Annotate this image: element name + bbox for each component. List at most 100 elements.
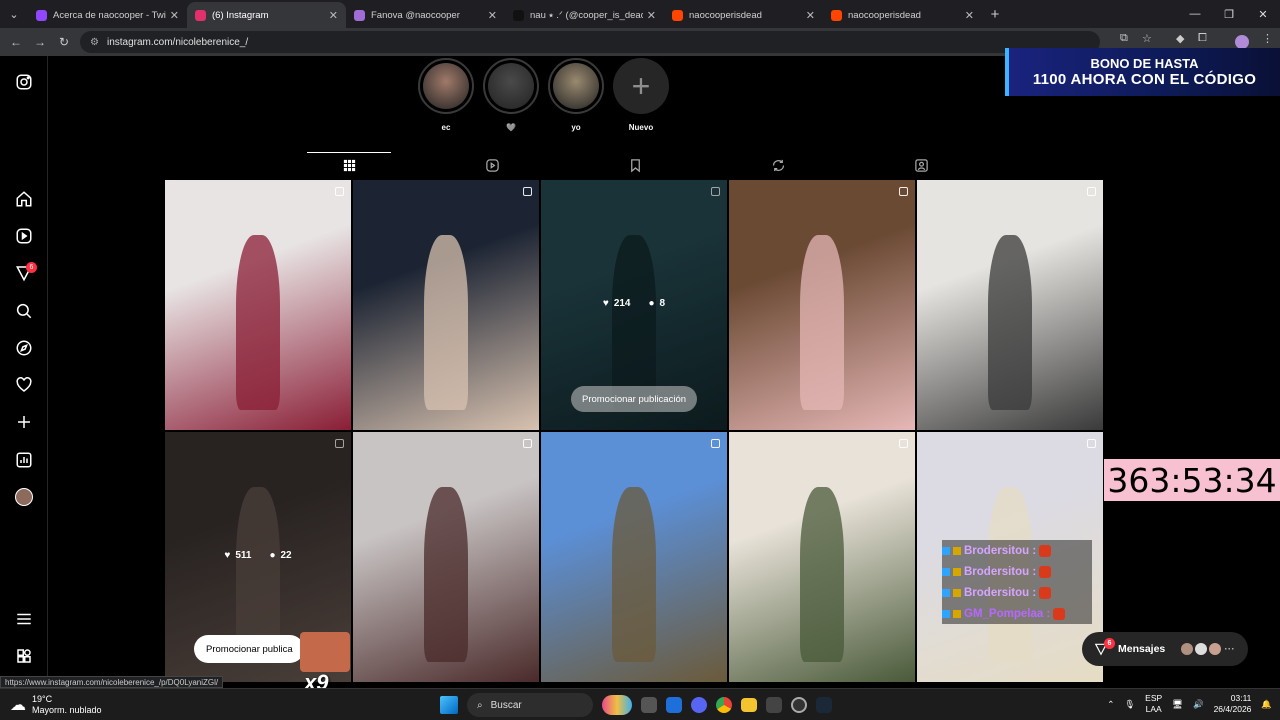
obs-icon[interactable] [791, 697, 807, 713]
file-explorer-icon[interactable] [741, 698, 757, 712]
story-highlight[interactable]: ec [418, 58, 474, 133]
promote-post-button[interactable]: Promocionar publicación [571, 386, 697, 412]
tab-tagged[interactable] [879, 153, 963, 177]
messages-button[interactable]: 6 Mensajes ··· [1082, 632, 1248, 666]
notifications-bell-icon[interactable]: 🔔 [1261, 699, 1272, 710]
copilot-icon[interactable] [602, 695, 632, 715]
post-thumbnail[interactable] [353, 432, 539, 682]
dashboard-icon[interactable] [14, 450, 34, 470]
clock[interactable]: 03:11 26/4/2026 [1214, 693, 1252, 715]
tab-close-icon[interactable]: ✕ [329, 9, 338, 22]
notifications-heart-icon[interactable] [14, 375, 34, 395]
browser-tab[interactable]: (6) Instagram ✕ [187, 2, 346, 28]
story-highlight[interactable]: 🩶 [483, 58, 539, 133]
steam-icon[interactable] [816, 697, 832, 713]
browser-tab[interactable]: naocooperisdead ✕ [664, 2, 823, 28]
multi-media-icon [523, 439, 532, 448]
chat-username: Brodersitou : [964, 586, 1037, 599]
language-indicator[interactable]: ESP LAA [1145, 693, 1162, 715]
profile-avatar[interactable] [1235, 35, 1249, 49]
messages-badge: 6 [1104, 638, 1115, 649]
explore-icon[interactable] [14, 338, 34, 358]
tab-search-icon[interactable]: ⌄ [0, 0, 28, 28]
discord-icon[interactable] [691, 697, 707, 713]
browser-menu-icon[interactable]: ⋮ [1262, 32, 1273, 45]
tab-title: nau ⭑ .ᐟ (@cooper_is_dead) | T [530, 9, 643, 21]
more-menu-icon[interactable] [14, 609, 34, 629]
url-input[interactable]: ⚙ instagram.com/nicoleberenice_/ [80, 31, 1100, 53]
volume-icon[interactable]: 🔊 [1193, 699, 1204, 710]
tab-posts[interactable] [307, 152, 391, 177]
forward-button[interactable]: → [28, 35, 52, 49]
tab-close-icon[interactable]: ✕ [806, 9, 815, 22]
site-info-icon[interactable]: ⚙ [90, 37, 99, 48]
avatar [1195, 643, 1208, 655]
story-highlight[interactable]: yo [548, 58, 604, 133]
likes-stat: ♥ 511 [224, 550, 251, 561]
post-thumbnail[interactable] [353, 180, 539, 430]
home-icon[interactable] [14, 189, 34, 209]
network-icon[interactable]: 🖥 [1172, 699, 1183, 710]
tab-close-icon[interactable]: ✕ [170, 9, 179, 22]
bookmark-icon [630, 158, 640, 172]
new-highlight-button[interactable]: + Nuevo [613, 58, 669, 133]
restore-button[interactable]: ❐ [1212, 0, 1246, 28]
tab-reposts[interactable] [736, 153, 820, 177]
search-icon: ⌕ [477, 699, 483, 711]
tab-reels[interactable] [450, 153, 534, 177]
new-tab-button[interactable]: + [982, 6, 1008, 23]
create-plus-icon[interactable] [14, 412, 34, 432]
post-thumbnail[interactable] [729, 432, 915, 682]
stream-chat-overlay: Brodersitou : Brodersitou : Brodersitou : G… [942, 540, 1092, 624]
tab-close-icon[interactable]: ✕ [965, 9, 974, 22]
reels-icon[interactable] [14, 226, 34, 246]
post-figure [987, 235, 1033, 410]
tab-close-icon[interactable]: ✕ [488, 9, 497, 22]
tab-favicon-icon [195, 9, 206, 21]
post-thumbnail[interactable] [541, 432, 727, 682]
language-code: ESP [1145, 693, 1163, 703]
post-figure [799, 235, 845, 410]
post-thumbnail[interactable] [917, 180, 1103, 430]
post-thumbnail[interactable] [165, 180, 351, 430]
store-icon[interactable] [766, 697, 782, 713]
search-icon[interactable] [14, 301, 34, 321]
chrome-icon[interactable] [716, 697, 732, 713]
browser-tab[interactable]: Fanova @naocooper ✕ [346, 2, 505, 28]
instagram-logo-icon[interactable] [14, 72, 34, 92]
task-view-icon[interactable] [641, 697, 657, 713]
browser-tab[interactable]: nau ⭑ .ᐟ (@cooper_is_dead) | T ✕ [505, 2, 664, 28]
post-thumbnail[interactable]: ♥ 214 ● 8 Promocionar publicación [541, 180, 727, 430]
chat-username: Brodersitou : [964, 565, 1037, 578]
browser-tab[interactable]: Acerca de naocooper - Twitch ✕ [28, 2, 187, 28]
extensions-puzzle-icon[interactable]: ⧠ [1198, 32, 1207, 45]
reload-button[interactable]: ↻ [52, 35, 76, 49]
back-button[interactable]: ← [4, 35, 28, 49]
also-from-meta-icon[interactable] [14, 646, 34, 666]
instagram-sidebar: 6 [0, 56, 48, 688]
close-window-button[interactable]: ✕ [1246, 0, 1280, 28]
multi-media-icon [899, 187, 908, 196]
extension-icon[interactable]: ◆ [1176, 32, 1184, 45]
weather-widget[interactable]: ☁ 19°C Mayorm. nublado [10, 694, 102, 716]
bookmark-star-icon[interactable]: ☆ [1142, 32, 1152, 45]
promote-post-button[interactable]: Promocionar publica [194, 635, 304, 663]
tab-saved[interactable] [593, 153, 677, 177]
cloud-icon: ☁ [10, 697, 26, 714]
url-text: instagram.com/nicoleberenice_/ [106, 36, 249, 48]
avatar [1209, 643, 1222, 655]
install-app-icon[interactable]: ⧉ [1120, 32, 1128, 45]
stream-timer: 363:53:34 [1104, 459, 1280, 501]
tab-close-icon[interactable]: ✕ [647, 9, 656, 22]
outlook-icon[interactable] [666, 697, 682, 713]
post-thumbnail[interactable] [729, 180, 915, 430]
profile-avatar-icon[interactable] [14, 487, 34, 507]
microphone-icon[interactable]: 🎙 [1124, 699, 1135, 710]
taskbar-search[interactable]: ⌕ Buscar [467, 693, 593, 717]
minimize-button[interactable]: — [1178, 0, 1212, 28]
browser-tab[interactable]: naocooperisdead ✕ [823, 2, 982, 28]
tray-expand-icon[interactable]: ⌃ [1107, 699, 1114, 710]
likes-count: 511 [235, 550, 252, 561]
highlight-thumbnail [423, 63, 469, 109]
start-icon[interactable] [440, 696, 458, 714]
